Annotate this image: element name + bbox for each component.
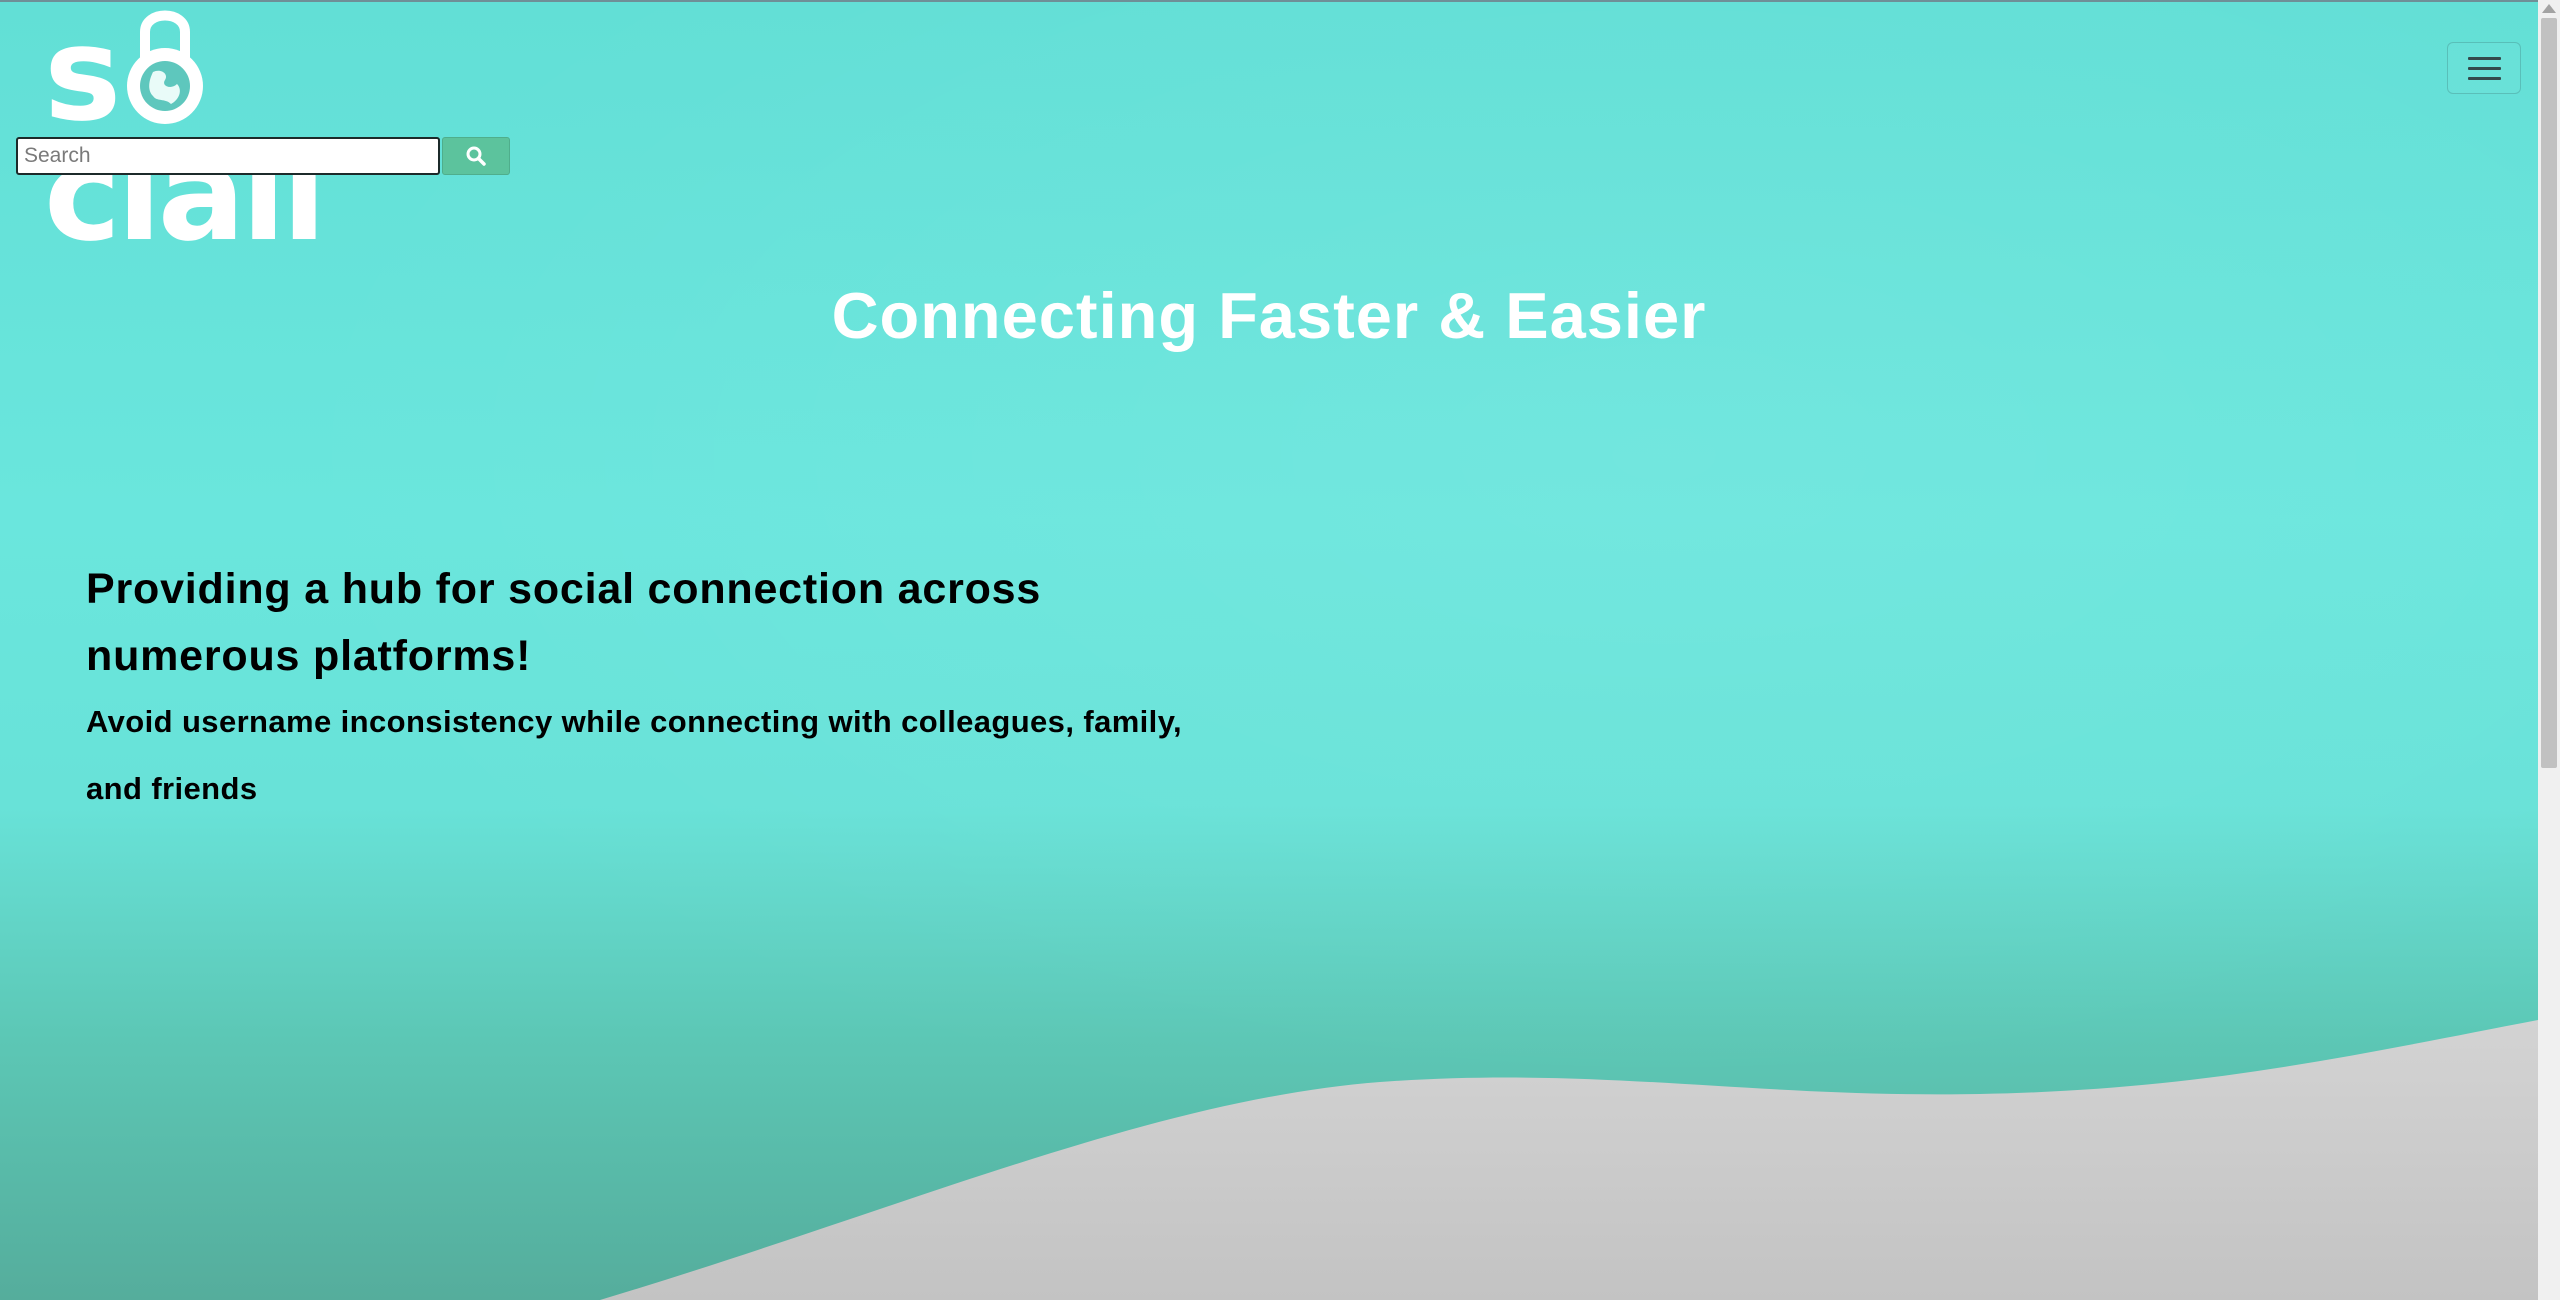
hero-tagline: Providing a hub for social connection ac… — [86, 565, 1042, 680]
logo-wordmark: s ciall — [44, 0, 326, 270]
page-scrollbar[interactable] — [2538, 0, 2560, 1300]
landing-page: sciall Connecting Faster & Easier Provid… — [0, 0, 2560, 1300]
scroll-up-arrow-icon[interactable] — [2542, 4, 2556, 13]
padlock-globe-icon — [117, 10, 213, 134]
search-input[interactable] — [16, 137, 440, 175]
search-icon — [466, 146, 486, 166]
scrollbar-thumb[interactable] — [2541, 18, 2557, 768]
hero-subtagline: Avoid username inconsistency while conne… — [86, 704, 1183, 806]
search-bar — [16, 137, 510, 175]
sociall-logo[interactable]: s ciall — [44, 6, 454, 259]
search-button[interactable] — [442, 137, 510, 175]
hero-title: Connecting Faster & Easier — [831, 279, 1707, 352]
navbar-toggle-button[interactable] — [2447, 42, 2521, 94]
